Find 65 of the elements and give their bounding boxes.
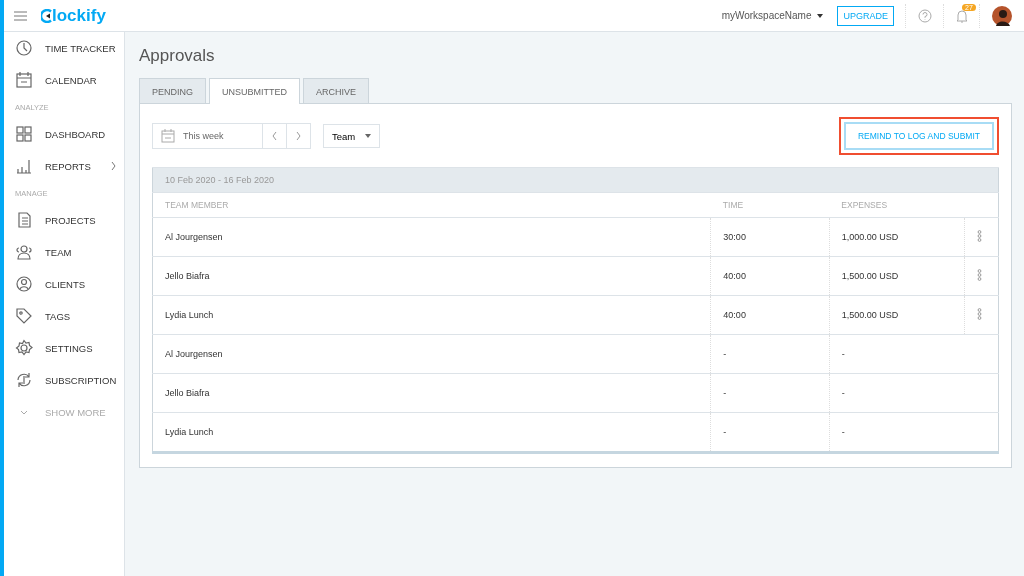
table-cell: -	[710, 412, 830, 453]
nav-item[interactable]: PROJECTS	[45, 214, 96, 226]
table-cell: -	[829, 412, 965, 453]
nav-icon	[15, 339, 33, 357]
tab[interactable]: UNSUBMITTED	[209, 78, 300, 104]
table-cell: 40:00	[710, 295, 830, 335]
caret-icon[interactable]	[817, 13, 824, 18]
more-options-icon[interactable]	[977, 230, 983, 242]
caret-icon	[365, 134, 372, 138]
table-cell: 1,000.00 USD	[829, 217, 965, 257]
table-cell: -	[710, 373, 830, 413]
nav-item[interactable]: DASHBOARD	[45, 128, 106, 140]
table-cell: -	[710, 334, 830, 374]
table-cell: -	[829, 334, 965, 374]
tab[interactable]: ARCHIVE	[303, 78, 370, 103]
table-cell: Al Jourgensen	[152, 334, 711, 374]
menu-icon[interactable]	[14, 10, 27, 21]
table-cell: 40:00	[710, 256, 830, 296]
logo-icon	[41, 8, 52, 23]
table-cell: Jello Biafra	[152, 373, 711, 413]
avatar[interactable]	[992, 5, 1012, 26]
nav-item[interactable]: CALENDAR	[45, 74, 97, 86]
nav-icon	[15, 71, 33, 89]
workspace-name[interactable]: myWorkspaceName	[721, 10, 812, 21]
nav-icon	[15, 157, 33, 175]
table-cell: -	[829, 373, 965, 413]
nav-icon	[15, 275, 33, 293]
column-header: TEAM MEMBER	[152, 192, 711, 218]
chevron-left-icon	[272, 132, 277, 140]
nav-icon	[15, 39, 33, 57]
table-cell: Al Jourgensen	[152, 217, 711, 257]
page-title: Approvals	[139, 46, 216, 66]
chevron-right-icon	[296, 132, 301, 140]
nav-icon	[15, 211, 33, 229]
nav-item[interactable]: TAGS	[45, 310, 71, 322]
table-cell: Lydia Lunch	[152, 412, 711, 453]
table-cell: 1,500.00 USD	[829, 256, 965, 296]
team-filter-dropdown[interactable]: Team	[323, 124, 381, 148]
help-icon[interactable]	[918, 8, 932, 23]
nav-item[interactable]: SETTINGS	[45, 342, 93, 354]
column-header: TIME	[710, 192, 830, 218]
column-header: EXPENSES	[829, 192, 965, 218]
nav-item[interactable]: TEAM	[45, 246, 72, 258]
nav-item[interactable]: SUBSCRIPTION	[45, 374, 117, 386]
date-range-field[interactable]: This week	[183, 131, 224, 141]
period-header: 10 Feb 2020 - 16 Feb 2020	[152, 167, 999, 193]
chevron-down-icon	[20, 409, 28, 415]
table-cell: Lydia Lunch	[152, 295, 711, 335]
nav-icon	[15, 243, 33, 261]
nav-item[interactable]: REPORTS	[45, 160, 91, 172]
nav-item[interactable]: TIME TRACKER	[45, 42, 116, 54]
nav-icon	[15, 307, 33, 325]
chevron-right-icon[interactable]	[111, 162, 116, 170]
more-options-icon[interactable]	[977, 308, 983, 320]
logo-text: lockify	[52, 5, 106, 26]
table-cell: 30:00	[710, 217, 830, 257]
table-cell: Jello Biafra	[152, 256, 711, 296]
nav-icon	[15, 125, 33, 143]
table-cell: 1,500.00 USD	[829, 295, 965, 335]
more-options-icon[interactable]	[977, 269, 983, 281]
nav-icon	[15, 371, 33, 389]
nav-item[interactable]: CLIENTS	[45, 278, 86, 290]
calendar-icon	[161, 129, 175, 143]
tab[interactable]: PENDING	[139, 78, 206, 103]
bell-icon[interactable]	[956, 8, 968, 23]
